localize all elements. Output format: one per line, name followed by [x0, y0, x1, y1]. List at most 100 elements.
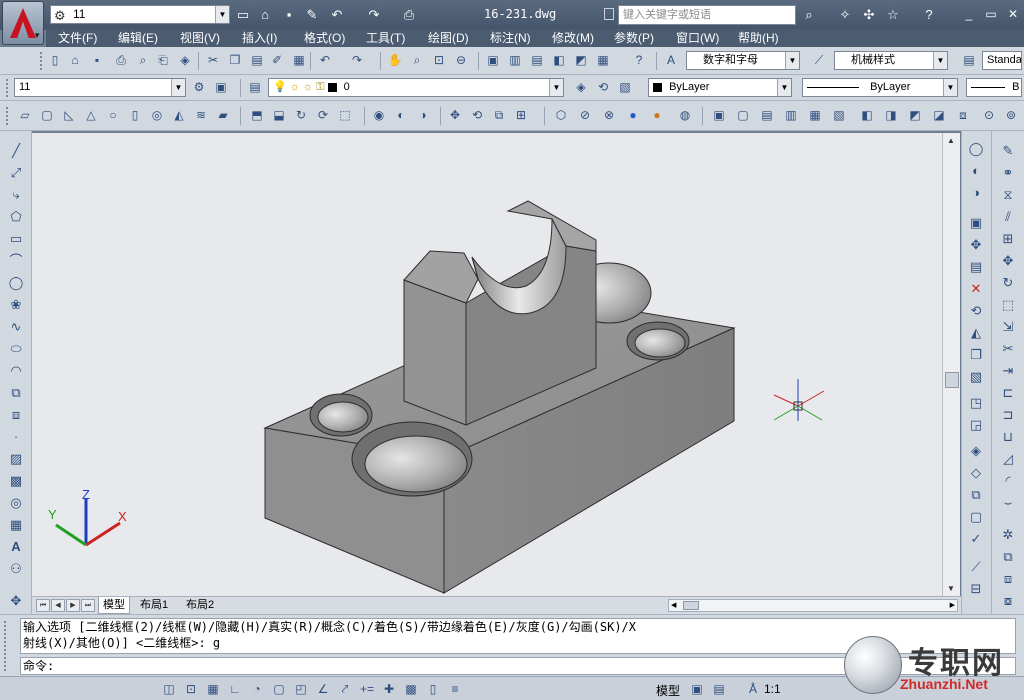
taper-faces-icon[interactable]: ◭	[966, 323, 986, 343]
realistic-icon[interactable]: ●	[624, 106, 642, 124]
line-icon[interactable]: ╱	[6, 141, 26, 161]
menu-window[interactable]: 窗口(W)	[676, 30, 719, 46]
lineweight-combo[interactable]: B	[966, 78, 1022, 97]
menu-parametric[interactable]: 参数(P)	[614, 30, 654, 46]
sweep-icon[interactable]: ↻	[292, 106, 310, 124]
make-current-icon[interactable]: ◈	[572, 78, 590, 96]
prev-tab-icon[interactable]: ◀	[51, 599, 65, 612]
menu-edit[interactable]: 编辑(E)	[118, 30, 158, 46]
snap-mode-icon[interactable]: ⊡	[182, 680, 200, 698]
stretch-icon[interactable]: ⇲	[998, 317, 1018, 337]
menu-dimension[interactable]: 标注(N)	[490, 30, 531, 46]
make-block-icon[interactable]: ⧈	[6, 405, 26, 425]
left-view-icon[interactable]: ▤	[758, 106, 776, 124]
wrench-icon[interactable]: ✧	[836, 6, 854, 24]
subtract-icon[interactable]: ◐	[966, 161, 986, 181]
help-icon[interactable]: ?	[920, 6, 938, 24]
command-grip[interactable]	[4, 621, 14, 671]
satellite-icon[interactable]: ✣	[860, 6, 878, 24]
annotation-scale-icon[interactable]: Å	[744, 680, 762, 698]
cut-icon[interactable]: ✂	[204, 51, 222, 69]
ellipse-arc-icon[interactable]: ◠	[6, 361, 26, 381]
intersect-icon[interactable]: ◑	[414, 106, 432, 124]
region-icon[interactable]: ◎	[6, 493, 26, 513]
block-editor-icon[interactable]: ▦	[290, 51, 308, 69]
sphere-icon[interactable]: ○	[104, 106, 122, 124]
chevron-down-icon[interactable]: ▼	[549, 79, 563, 96]
vertical-scrollbar[interactable]: ▲ ▼	[942, 133, 960, 596]
erase-icon[interactable]: ✎	[998, 141, 1018, 161]
object-snap-tracking-icon[interactable]: ∠	[314, 680, 332, 698]
right-view-icon[interactable]: ▥	[782, 106, 800, 124]
chevron-down-icon[interactable]: ▼	[215, 6, 229, 23]
zoom-previous-icon[interactable]: ⊖	[452, 51, 470, 69]
layer-combo[interactable]: 💡 ☼ ☼ ⚿ 0 ▼	[268, 78, 564, 97]
rotate-faces-icon[interactable]: ⟲	[966, 301, 986, 321]
open-file-icon[interactable]: ⌂	[66, 51, 84, 69]
tab-model[interactable]: 模型	[98, 597, 130, 614]
drawing-canvas[interactable]: Z X Y	[32, 133, 942, 596]
quick-view-layouts-icon[interactable]: ▣	[688, 680, 706, 698]
customize-icon[interactable]: ▣	[212, 78, 230, 96]
design-center-icon[interactable]: ▥	[506, 51, 524, 69]
new-icon[interactable]: ▭	[234, 6, 252, 24]
save-icon[interactable]: ▪	[280, 6, 298, 24]
cylinder-icon[interactable]: ▯	[126, 106, 144, 124]
plot-icon[interactable]: ⎙	[400, 6, 418, 24]
binoculars-icon[interactable]: ⌕	[800, 6, 818, 24]
3d-orbit-icon[interactable]: ⊙	[980, 106, 998, 124]
chevron-down-icon[interactable]: ▼	[943, 79, 957, 96]
3d-align-icon[interactable]: ⧉	[490, 106, 508, 124]
shaded-icon[interactable]: ●	[648, 106, 666, 124]
close-button[interactable]: ✕	[1004, 6, 1022, 22]
saveas-icon[interactable]: ✎	[303, 6, 321, 24]
scale-icon[interactable]: ⬚	[998, 295, 1018, 315]
menu-tools[interactable]: 工具(T)	[366, 30, 405, 46]
conceptual-icon[interactable]: ⊗	[600, 106, 618, 124]
toolbar-grip[interactable]	[40, 52, 43, 70]
circle-icon[interactable]: ◯	[6, 273, 26, 293]
join-icon[interactable]: ⊔	[998, 427, 1018, 447]
table-style-combo[interactable]: Standa	[982, 51, 1022, 70]
3d-free-orbit-icon[interactable]: ⊚	[1002, 106, 1020, 124]
chamfer-icon[interactable]: ◿	[998, 449, 1018, 469]
redo-icon[interactable]: ↷	[365, 6, 383, 24]
dynamic-input-icon[interactable]: +=	[358, 680, 376, 698]
rotate-icon[interactable]: ↻	[998, 273, 1018, 293]
scroll-thumb[interactable]	[683, 601, 699, 610]
next-tab-icon[interactable]: ▶	[66, 599, 80, 612]
print-icon[interactable]: ⎙	[112, 51, 130, 69]
zoom-realtime-icon[interactable]: ⌕	[408, 51, 426, 69]
table-icon[interactable]: ▦	[6, 515, 26, 535]
offset-icon[interactable]: ⫽	[998, 207, 1018, 227]
print-preview-icon[interactable]: ⌕	[134, 51, 152, 69]
polyline-icon[interactable]: ⤷	[6, 185, 26, 205]
transparency-icon[interactable]: ▩	[402, 680, 420, 698]
ortho-mode-icon[interactable]: ∟	[226, 680, 244, 698]
back-view-icon[interactable]: ▧	[830, 106, 848, 124]
object-snap-icon[interactable]: ▢	[270, 680, 288, 698]
front-view-icon[interactable]: ▦	[806, 106, 824, 124]
new-file-icon[interactable]: ▯	[46, 51, 64, 69]
menu-help[interactable]: 帮助(H)	[738, 30, 779, 46]
ne-iso-icon[interactable]: ◩	[906, 106, 924, 124]
copy-object-icon[interactable]: ⚭	[998, 163, 1018, 183]
dim-style-icon[interactable]: ⟋	[810, 51, 828, 69]
paste-icon[interactable]: ▤	[248, 51, 266, 69]
layer-manager-icon[interactable]: ▤	[246, 78, 264, 96]
draworder-icon[interactable]: ⧉	[998, 547, 1018, 567]
zoom-window-icon[interactable]: ⊡	[430, 51, 448, 69]
menu-modify[interactable]: 修改(M)	[552, 30, 594, 46]
minimize-button[interactable]: _	[960, 6, 978, 22]
scroll-left-icon[interactable]: ◀	[671, 601, 676, 609]
grid-display-icon[interactable]: ▦	[204, 680, 222, 698]
chevron-down-icon[interactable]: ▼	[933, 52, 947, 69]
insert-block-icon[interactable]: ⧉	[6, 383, 26, 403]
move-icon[interactable]: ✥	[998, 251, 1018, 271]
visual-styles-manager-icon[interactable]: ◍	[676, 106, 694, 124]
union-icon[interactable]: ◉	[370, 106, 388, 124]
loft-icon[interactable]: ⬚	[336, 106, 354, 124]
polar-tracking-icon[interactable]: ◔	[248, 680, 266, 698]
linetype-combo[interactable]: ByLayer ▼	[802, 78, 958, 97]
toolbar-grip[interactable]	[6, 79, 9, 97]
